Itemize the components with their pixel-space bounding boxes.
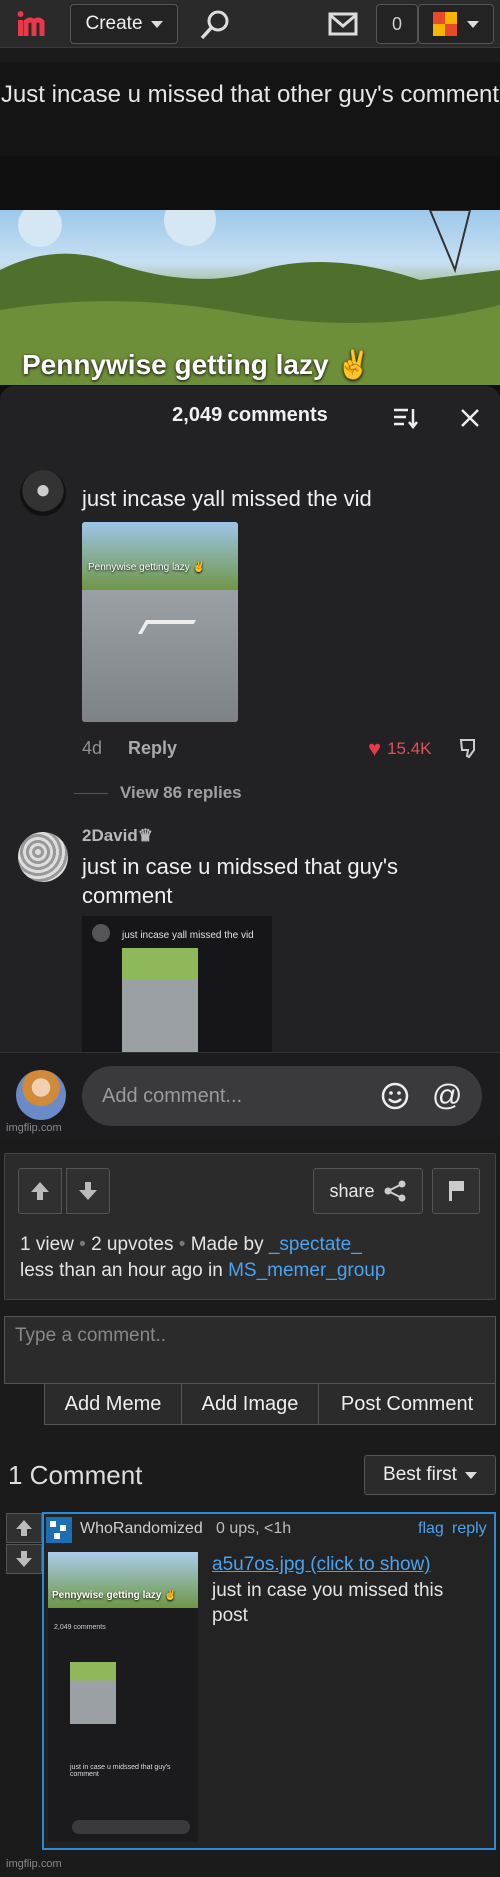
- flag-icon: [449, 1181, 464, 1201]
- emoji-icon: [381, 1082, 409, 1110]
- comment-text: just in case u midssed that guy's commen…: [82, 854, 399, 908]
- arrow-up-icon: [31, 1182, 49, 1200]
- avatar: [92, 924, 110, 942]
- flag-button[interactable]: [432, 1168, 480, 1214]
- image-link[interactable]: a5u7os.jpg (click to show): [212, 1554, 431, 1576]
- stream-link[interactable]: MS_memer_group: [228, 1260, 385, 1281]
- post-comment-button[interactable]: Post Comment: [318, 1383, 496, 1425]
- chevron-down-icon: [150, 20, 163, 28]
- embedded-thumb: [122, 948, 198, 1052]
- reply-button: Reply: [128, 738, 178, 758]
- view-count: 1 view: [20, 1234, 74, 1255]
- mail-icon[interactable]: [328, 10, 358, 38]
- share-label: share: [329, 1180, 375, 1201]
- author-link[interactable]: _spectate_: [269, 1234, 362, 1255]
- time-label: less than an hour ago in: [20, 1260, 223, 1281]
- user-avatar: [433, 12, 457, 36]
- comment-text: just incase yall missed the vid: [82, 486, 372, 511]
- thumb-sky: [82, 522, 238, 590]
- mention-icon: @: [432, 1079, 463, 1112]
- chevron-down-icon: [467, 20, 479, 28]
- top-nav: Create 0: [0, 0, 500, 48]
- create-button[interactable]: Create: [70, 4, 178, 44]
- view-replies-label: View 86 replies: [120, 783, 242, 802]
- view-replies: View 86 replies: [74, 783, 242, 803]
- search-icon[interactable]: [198, 8, 232, 42]
- comment-username: 2David♛: [82, 826, 153, 845]
- heart-icon: ♥: [368, 736, 382, 761]
- image-thumb: [70, 1662, 116, 1724]
- comment-username[interactable]: WhoRandomized: [80, 1520, 203, 1538]
- sort-label: Best first: [383, 1464, 457, 1485]
- upvote-count: 2 upvotes: [91, 1234, 174, 1255]
- avatar: [46, 1517, 72, 1543]
- embedded-screenshot: just incase yall missed the vid: [82, 916, 272, 1056]
- made-by-label: Made by: [190, 1234, 264, 1255]
- watermark: imgflip.com: [6, 1858, 62, 1870]
- meme-stats: 1 view • 2 upvotes • Made by _spectate_ …: [20, 1232, 385, 1284]
- like-count: ♥ 15.4K: [368, 736, 432, 762]
- dislike-icon: [459, 739, 475, 759]
- separator-dot: •: [178, 1234, 186, 1255]
- chevron-down-icon: [464, 1471, 477, 1479]
- comment-video-thumbnail: Pennywise getting lazy ✌️: [82, 522, 238, 722]
- comment-meta: 0 ups, <1h: [216, 1520, 292, 1537]
- image-header: 2,049 comments: [54, 1624, 106, 1631]
- comments-header: 2,049 comments: [172, 404, 328, 426]
- thumb-label: Pennywise getting lazy ✌️: [88, 562, 205, 573]
- arrow-down-icon: [16, 1551, 32, 1567]
- user-menu-button[interactable]: [418, 4, 494, 44]
- flag-link[interactable]: flag: [418, 1520, 444, 1538]
- separator-dot: •: [79, 1234, 86, 1255]
- upvote-button[interactable]: [18, 1168, 62, 1214]
- comment-age: 4d: [82, 738, 103, 758]
- stats-line-1: 1 view • 2 upvotes • Made by _spectate_: [20, 1232, 385, 1258]
- notification-count[interactable]: 0: [376, 4, 418, 44]
- comment-text: just in case you missed this post: [212, 1580, 444, 1626]
- arrow-up-icon: [16, 1520, 32, 1536]
- divider: [74, 792, 108, 794]
- comment-textarea[interactable]: Type a comment..: [4, 1316, 496, 1384]
- road-arrow: [137, 620, 197, 634]
- create-label: Create: [85, 13, 143, 34]
- comment-image[interactable]: Pennywise getting lazy ✌️ 2,049 comments…: [48, 1552, 198, 1842]
- sort-icon[interactable]: [392, 406, 418, 430]
- avatar: [20, 470, 66, 516]
- thumb-road: [82, 590, 238, 722]
- downvote-button[interactable]: [66, 1168, 110, 1214]
- embedded-text: just incase yall missed the vid: [122, 930, 254, 941]
- reply-link[interactable]: reply: [452, 1520, 487, 1538]
- avatar: [16, 1070, 66, 1120]
- comment-upvote-button[interactable]: [6, 1513, 42, 1543]
- watermark: imgflip.com: [6, 1122, 62, 1134]
- add-comment-input: Add comment...: [82, 1066, 482, 1126]
- close-icon[interactable]: [458, 406, 482, 430]
- comments-count: 1 Comment: [8, 1460, 143, 1490]
- add-meme-button[interactable]: Add Meme: [44, 1383, 182, 1425]
- avatar: [18, 832, 68, 882]
- stats-line-2: less than an hour ago in MS_memer_group: [20, 1258, 385, 1284]
- image-title: Pennywise getting lazy ✌️: [52, 1590, 177, 1601]
- imgflip-logo[interactable]: [16, 8, 56, 40]
- share-button[interactable]: share: [313, 1168, 423, 1214]
- add-image-button[interactable]: Add Image: [181, 1383, 319, 1425]
- arrow-down-icon: [79, 1182, 97, 1200]
- comment-downvote-button[interactable]: [6, 1544, 42, 1574]
- share-icon: [384, 1180, 406, 1202]
- photo-title: Pennywise getting lazy ✌️: [22, 349, 372, 380]
- image-input-bar: [72, 1820, 190, 1834]
- meme-caption: Just incase u missed that other guy's co…: [0, 62, 500, 156]
- like-count-value: 15.4K: [387, 739, 432, 758]
- image-text: just in case u midssed that guy's commen…: [70, 1764, 171, 1778]
- sort-select[interactable]: Best first: [364, 1455, 496, 1495]
